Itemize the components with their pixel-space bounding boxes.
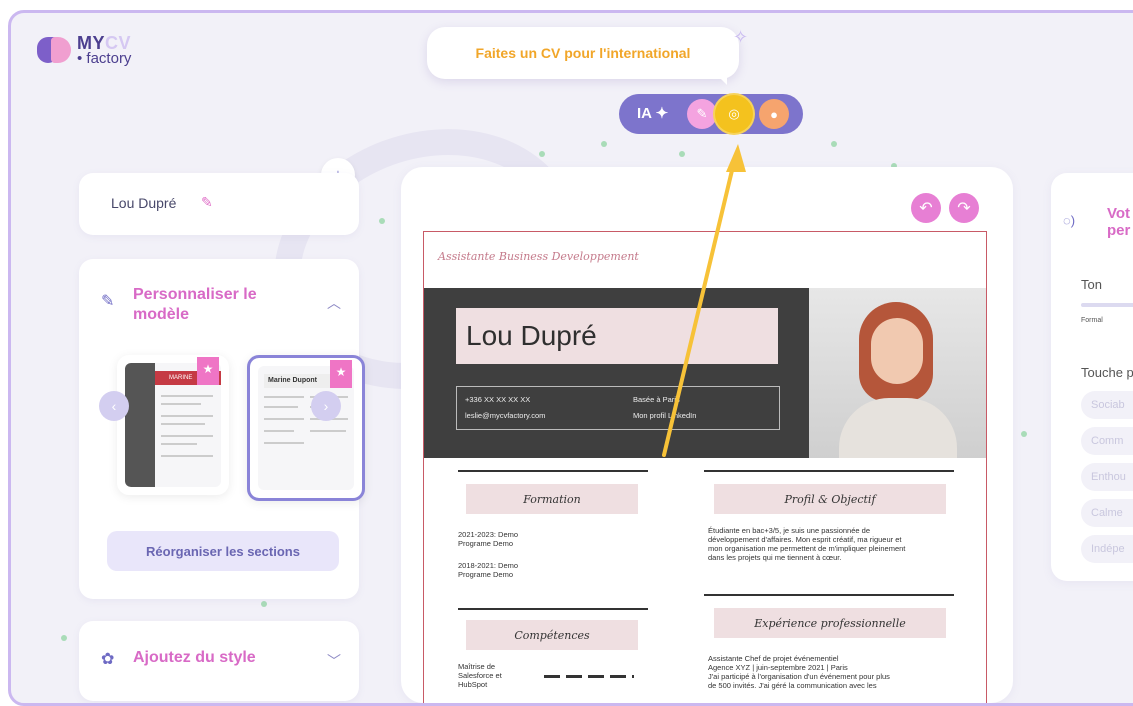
arrow-head bbox=[726, 144, 746, 172]
arrow-shaft bbox=[662, 160, 736, 457]
highlight-arrow bbox=[662, 144, 746, 457]
